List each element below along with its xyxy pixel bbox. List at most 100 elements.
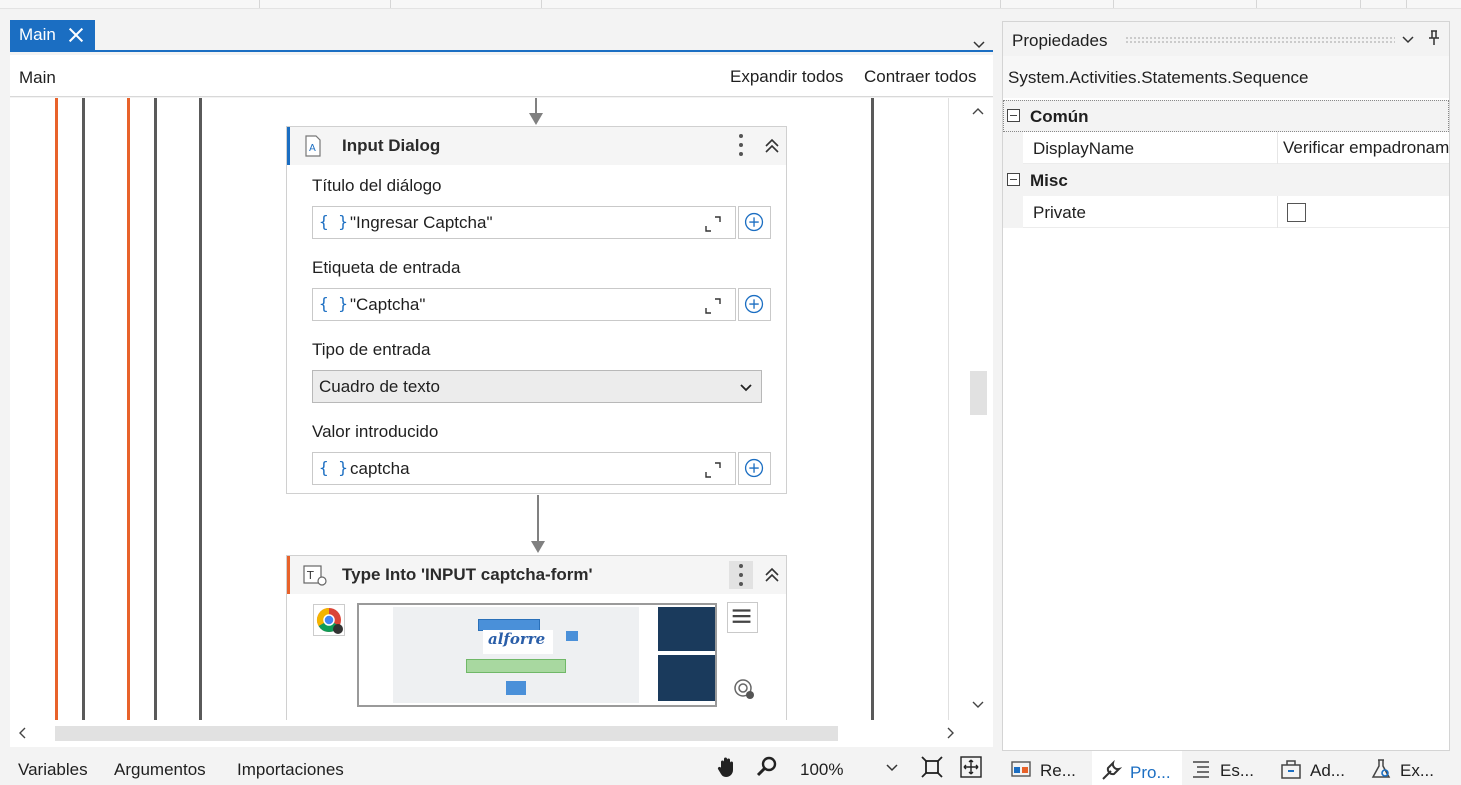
designer-canvas[interactable]: A Input Dialog Título del diálogo { } "I… (10, 98, 993, 720)
tab-main[interactable]: Main (10, 20, 95, 50)
tab-underline (10, 50, 993, 52)
chrome-icon[interactable] (313, 604, 345, 636)
dialog-title-field[interactable]: { } "Ingresar Captcha" (312, 206, 736, 239)
drag-grip[interactable] (1125, 36, 1395, 43)
breadcrumb[interactable]: Main (19, 68, 56, 88)
sequence-border-line (154, 98, 157, 720)
plus-button[interactable] (738, 452, 771, 485)
zoom-icon[interactable] (756, 756, 778, 778)
panel-tab-bar: Re... Pro... Es... Ad... Ex... (1002, 751, 1461, 785)
tab-label: Ad... (1310, 761, 1345, 780)
object-type-name: System.Activities.Statements.Sequence (1008, 68, 1309, 87)
sequence-border-line (871, 98, 874, 720)
plus-button[interactable] (738, 288, 771, 321)
horizontal-scrollbar-thumb[interactable] (55, 726, 838, 741)
chevron-down-icon[interactable] (1401, 33, 1415, 47)
hand-icon[interactable] (716, 756, 738, 778)
result-value-field[interactable]: { } captcha (312, 452, 736, 485)
svg-text:A: A (309, 143, 316, 154)
field-label: Valor introducido (312, 422, 439, 441)
scroll-down-icon[interactable] (971, 698, 985, 712)
tab-explorer[interactable]: Ex... (1362, 751, 1452, 785)
category-label: Misc (1030, 171, 1068, 190)
top-toolbar-strip (0, 0, 1461, 9)
horizontal-scrollbar[interactable] (10, 720, 993, 747)
property-row[interactable]: DisplayName Verificar empadronam (1003, 132, 1449, 164)
expand-all-button[interactable]: Expandir todos (730, 67, 843, 87)
row-gutter (1003, 196, 1023, 228)
activity-header[interactable]: A Input Dialog (287, 127, 786, 165)
input-label-field[interactable]: { } "Captcha" (312, 288, 736, 321)
fullscreen-icon[interactable] (960, 756, 982, 778)
screenshot-thumbnail[interactable]: alforre (357, 603, 717, 707)
category-label: Común (1030, 107, 1089, 126)
breadcrumb-bar: Main Expandir todos Contraer todos (10, 55, 993, 97)
expand-icon[interactable] (705, 216, 721, 232)
fit-screen-icon[interactable] (921, 756, 943, 778)
collapse-box-icon[interactable] (1007, 109, 1020, 122)
chevron-down-icon[interactable] (885, 761, 899, 775)
type-into-icon: T (303, 565, 327, 586)
input-type-select[interactable]: Cuadro de texto (312, 370, 762, 403)
outline-icon (1193, 761, 1209, 778)
scroll-up-icon[interactable] (971, 104, 985, 118)
collapse-up-icon[interactable] (763, 137, 781, 155)
tab-object-repository[interactable]: Ad... (1272, 751, 1362, 785)
tab-properties[interactable]: Pro... (1092, 751, 1182, 785)
sequence-border-line (127, 98, 130, 720)
thumbnail-block (566, 631, 578, 641)
scroll-left-icon[interactable] (15, 726, 29, 740)
plus-button[interactable] (738, 206, 771, 239)
select-value: Cuadro de texto (319, 377, 440, 396)
input-dialog-activity[interactable]: A Input Dialog Título del diálogo { } "I… (286, 126, 787, 494)
pin-icon[interactable] (1427, 30, 1441, 46)
activity-title: Type Into 'INPUT captcha-form' (342, 565, 593, 584)
expand-icon[interactable] (705, 462, 721, 478)
private-checkbox[interactable] (1287, 203, 1306, 222)
zoom-level[interactable]: 100% (800, 760, 843, 780)
thumbnail-block (466, 659, 566, 673)
field-value: "Ingresar Captcha" (350, 213, 493, 232)
display-name-value[interactable]: Verificar empadronam (1283, 138, 1449, 158)
hamburger-icon (732, 609, 751, 623)
column-separator (1277, 196, 1278, 228)
studio-window: Main Main Expandir todos Contraer todos … (0, 0, 1461, 785)
category-row[interactable]: Misc (1003, 164, 1449, 196)
designer-bottom-bar: Variables Argumentos Importaciones 100% (0, 749, 994, 785)
arguments-tab[interactable]: Argumentos (114, 760, 206, 780)
collapse-all-button[interactable]: Contraer todos (864, 67, 976, 87)
tab-resources[interactable]: Re... (1002, 751, 1092, 785)
connector-line (537, 495, 539, 542)
kebab-icon[interactable] (729, 561, 753, 589)
plus-icon (744, 458, 764, 478)
variables-tab[interactable]: Variables (18, 760, 88, 780)
svg-text:T: T (306, 569, 314, 582)
connector-line (535, 98, 537, 114)
field-value: captcha (350, 459, 410, 478)
tab-label: Re... (1040, 761, 1076, 780)
expression-icon: { } (319, 294, 348, 313)
field-value: "Captcha" (350, 295, 426, 314)
property-name: DisplayName (1033, 139, 1135, 158)
tab-label: Ex... (1400, 761, 1435, 780)
activity-header[interactable]: T Type Into 'INPUT captcha-form' (287, 556, 786, 594)
target-icon[interactable] (732, 677, 756, 701)
close-icon[interactable] (67, 26, 85, 44)
hamburger-button[interactable] (727, 602, 758, 633)
tab-main-label: Main (19, 25, 56, 44)
expand-icon[interactable] (705, 298, 721, 314)
type-into-activity[interactable]: T Type Into 'INPUT captcha-form' alforre (286, 555, 787, 720)
collapse-box-icon[interactable] (1007, 173, 1020, 186)
activity-title: Input Dialog (342, 136, 441, 155)
kebab-icon[interactable] (729, 132, 753, 160)
resources-icon (1011, 761, 1031, 777)
imports-tab[interactable]: Importaciones (237, 760, 344, 780)
tab-outline[interactable]: Es... (1182, 751, 1272, 785)
category-row[interactable]: Común (1003, 100, 1449, 132)
property-name: Private (1033, 203, 1086, 222)
collapse-up-icon[interactable] (763, 566, 781, 584)
scroll-right-icon[interactable] (944, 726, 958, 740)
row-gutter (1003, 132, 1023, 164)
property-row[interactable]: Private (1003, 196, 1449, 228)
vertical-scrollbar-thumb[interactable] (970, 371, 987, 415)
